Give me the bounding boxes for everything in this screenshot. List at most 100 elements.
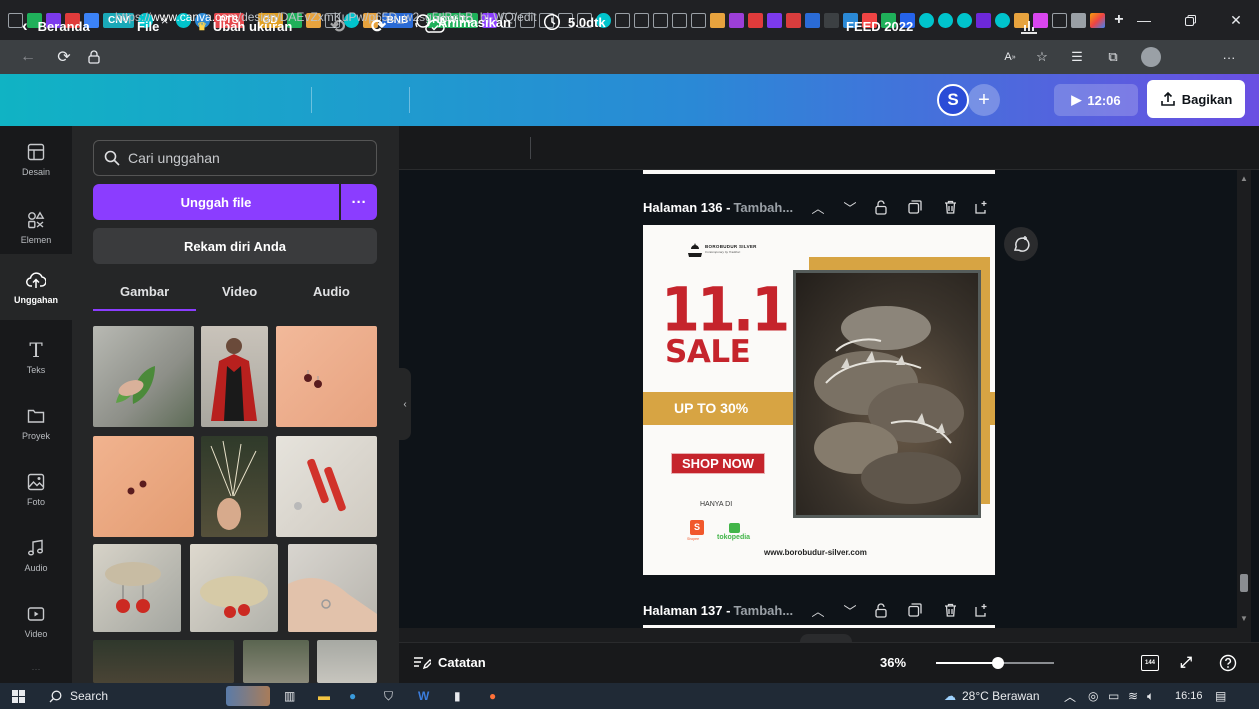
add-comment-button[interactable] [1004,227,1038,261]
favorites-list-icon[interactable]: ☰ [1062,40,1092,74]
unlock-icon[interactable] [871,600,891,620]
tab-favicon[interactable] [729,12,745,28]
share-button[interactable]: Bagikan [1147,80,1245,118]
fullscreen-icon[interactable]: ⤢ [1180,642,1192,683]
insights-chart-icon[interactable] [1020,0,1038,52]
notifications-icon[interactable]: ▤ [1215,683,1226,709]
tab-favicon[interactable] [919,12,935,28]
tab-favicon[interactable] [691,12,707,28]
file-explorer-icon[interactable]: ▬ [318,683,330,709]
vertical-scroll-thumb[interactable] [1240,574,1248,592]
rail-item-unggahan[interactable]: Unggahan [0,254,72,320]
duplicate-page-icon[interactable] [905,197,925,217]
add-page-icon[interactable] [972,197,992,217]
rail-item-foto[interactable]: Foto [0,456,72,522]
tab-favicon[interactable] [672,12,688,28]
unlock-icon[interactable] [871,197,891,217]
rail-item-audio[interactable]: Audio [0,522,72,588]
tab-favicon[interactable] [976,12,992,28]
rail-item-video[interactable]: Video [0,588,72,654]
page-add-title[interactable]: Tambah... [733,200,793,215]
taskbar-search[interactable]: Search [49,683,108,709]
minimize-icon[interactable]: — [1121,0,1167,40]
page-up-icon[interactable]: ︿ [808,600,828,620]
upload-thumbnail[interactable] [93,326,194,427]
upload-thumbnail[interactable] [201,436,268,537]
collapse-panel-button[interactable]: ‹ [399,368,411,440]
tab-favicon[interactable] [767,12,783,28]
upload-more-options-button[interactable]: ··· [341,184,377,220]
page-grid-button[interactable]: 144 [1141,642,1159,683]
tab-favicon[interactable] [995,12,1011,28]
delete-page-icon[interactable] [940,600,960,620]
tab-favicon[interactable] [653,12,669,28]
restore-icon[interactable] [1167,0,1213,40]
rail-item-elemen[interactable]: Elemen [0,194,72,260]
tab-favicon[interactable] [805,12,821,28]
volume-icon[interactable]: 🔈︎ [1147,683,1154,709]
rail-item-teks[interactable]: T Teks [0,324,72,390]
upload-thumbnail[interactable] [288,544,377,632]
tab-favicon[interactable] [1071,12,1087,28]
page-add-title[interactable]: Tambah... [733,603,793,618]
upload-thumbnail[interactable] [317,640,377,683]
scroll-down-icon[interactable]: ▼ [1240,614,1248,623]
rail-item-desain[interactable]: Desain [0,126,72,192]
design-page-136[interactable]: BOROBUDUR SILVER Contemporary by Traditi… [643,225,995,575]
collections-icon[interactable]: ⧉ [1098,40,1128,74]
duplicate-page-icon[interactable] [905,600,925,620]
word-app-icon[interactable]: W [418,683,429,709]
upload-file-button[interactable]: Unggah file [93,184,339,220]
tab-favicon[interactable] [1090,12,1106,28]
tab-favicon[interactable] [957,12,973,28]
page-down-icon[interactable]: ﹀ [840,600,860,620]
scroll-up-icon[interactable]: ▲ [1240,174,1248,183]
page-136-header[interactable]: Halaman 136 - Tambah... [643,197,793,217]
add-collaborator-button[interactable]: + [968,84,1000,116]
tab-gambar[interactable]: Gambar [120,284,169,308]
tab-audio[interactable]: Audio [313,284,350,308]
upload-thumbnail[interactable] [276,436,377,537]
help-icon[interactable] [1219,642,1237,683]
upload-thumbnail[interactable] [93,640,234,683]
tab-favicon[interactable] [824,12,840,28]
duration-button[interactable]: 5.0dtk [543,0,606,44]
profile-avatar-icon[interactable] [1136,40,1166,74]
page-down-icon[interactable]: ﹀ [840,197,860,217]
weather-widget[interactable]: ☁ 28°C Berawan [944,683,1040,709]
windows-start-icon[interactable] [12,683,25,709]
taskbar-app-icon[interactable]: ▮ [454,683,461,709]
tab-favicon[interactable] [1052,12,1068,28]
rail-more-icon[interactable]: ⋯ [0,656,72,682]
undo-icon[interactable]: ⟲ [330,0,345,52]
rail-item-proyek[interactable]: Proyek [0,390,72,456]
file-menu-button[interactable]: File [137,0,159,52]
clock[interactable]: 16:16 [1175,683,1203,709]
home-back-button[interactable]: ‹ Beranda [22,0,90,52]
wifi-icon[interactable]: ≋ [1128,683,1138,709]
upload-thumbnail[interactable] [93,544,181,632]
tab-favicon[interactable] [786,12,802,28]
add-page-icon[interactable] [972,600,992,620]
shield-app-icon[interactable]: ⛉ [384,683,393,709]
document-title[interactable]: FEED 2022 [846,0,913,52]
close-window-icon[interactable]: ✕ [1213,0,1259,40]
tab-favicon[interactable] [615,12,631,28]
present-button[interactable]: ▶ 12:06 [1054,84,1138,116]
upload-thumbnail[interactable] [276,326,377,427]
tab-video[interactable]: Video [222,284,257,308]
page-137-header[interactable]: Halaman 137 - Tambah... [643,600,793,620]
firefox-app-icon[interactable]: ● [489,683,496,709]
edge-browser-icon[interactable]: ● [349,683,356,709]
animate-button[interactable]: Animasikan [413,0,511,44]
delete-page-icon[interactable] [940,197,960,217]
tab-actions-icon[interactable] [8,12,23,28]
upload-thumbnail[interactable] [93,436,194,537]
tab-favicon[interactable] [938,12,954,28]
upload-thumbnail[interactable] [201,326,268,427]
zoom-percentage[interactable]: 36% [880,642,906,683]
upload-thumbnail[interactable] [243,640,309,683]
user-avatar[interactable]: S [937,84,969,116]
search-input[interactable]: Cari unggahan [93,140,377,176]
tray-chevron-icon[interactable]: ︿ [1064,683,1076,709]
